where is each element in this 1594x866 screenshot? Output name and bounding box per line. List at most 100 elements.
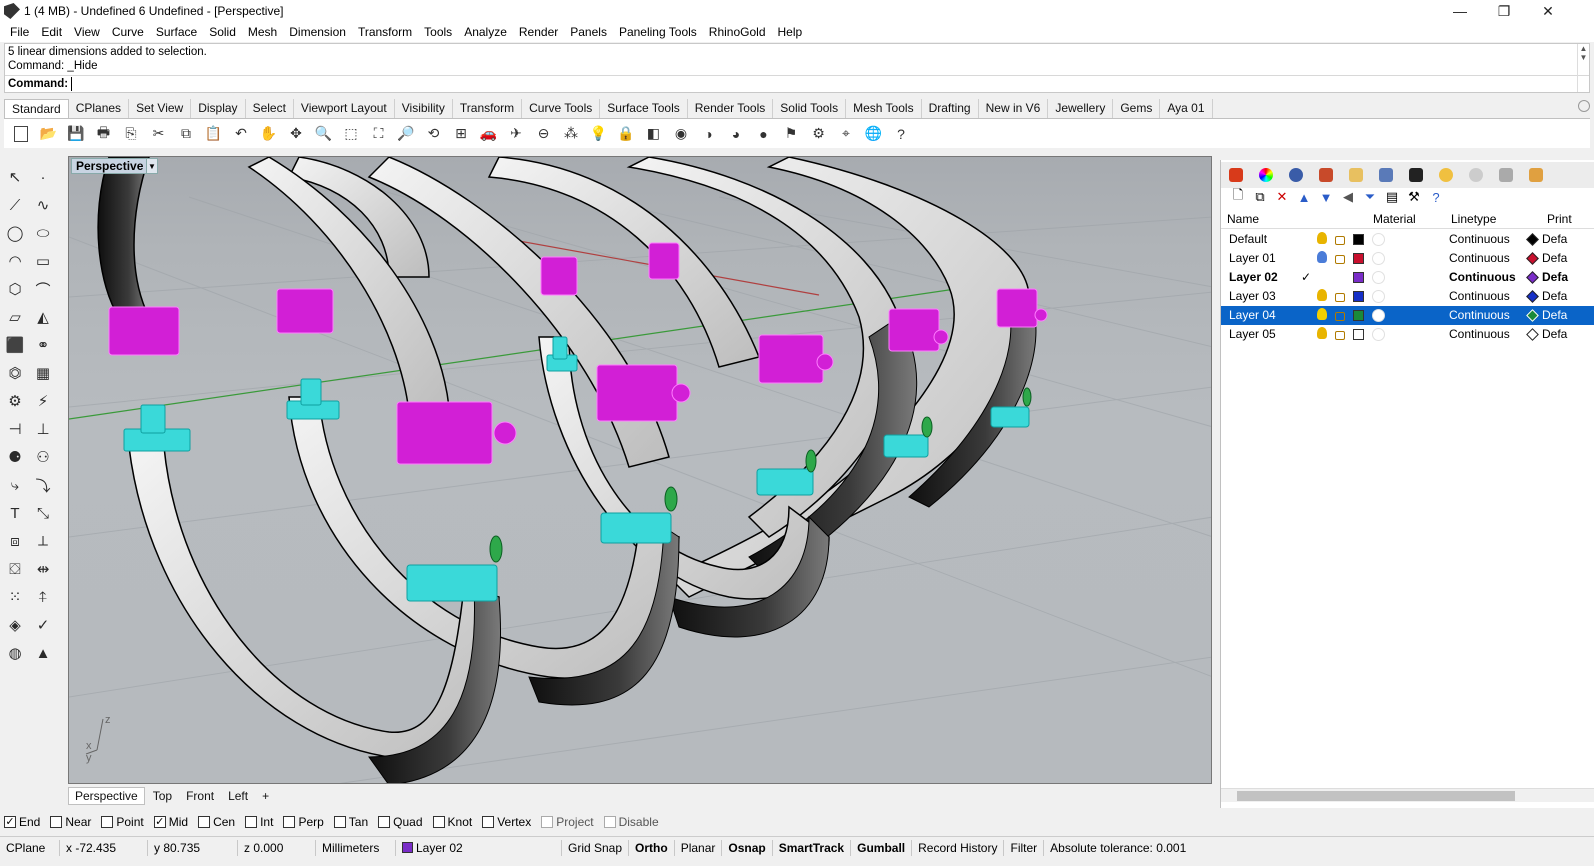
units-label[interactable]: Millimeters: [316, 839, 396, 856]
menu-edit[interactable]: Edit: [35, 22, 68, 42]
tab-surface-tools[interactable]: Surface Tools: [600, 99, 688, 118]
layer-linetype[interactable]: Continuous: [1449, 289, 1510, 303]
light-bulb-icon[interactable]: [1317, 232, 1327, 244]
layer-name[interactable]: Layer 05: [1229, 327, 1276, 341]
layer-print-width[interactable]: Defa: [1542, 251, 1567, 265]
checkbox-icon[interactable]: [541, 816, 554, 828]
layer-name[interactable]: Layer 02: [1229, 270, 1278, 284]
solid-icon[interactable]: ⛋: [4, 558, 26, 580]
menu-analyze[interactable]: Analyze: [458, 22, 513, 42]
light-bulb-icon[interactable]: [1317, 289, 1327, 301]
layer-linetype[interactable]: Continuous: [1449, 327, 1510, 341]
four-viewports-icon[interactable]: ⊞: [450, 123, 472, 145]
layer-color-swatch[interactable]: [1353, 234, 1364, 245]
light-bulb-icon[interactable]: [1317, 251, 1327, 263]
osnap-disable[interactable]: Disable: [603, 815, 659, 829]
light-bulb-icon[interactable]: [1317, 327, 1327, 339]
notes-tab-icon[interactable]: [1523, 164, 1549, 186]
tab-visibility[interactable]: Visibility: [395, 99, 453, 118]
tab-left[interactable]: Left: [222, 788, 254, 804]
record-history-toggle[interactable]: Record History: [912, 839, 1005, 856]
checkbox-icon[interactable]: [378, 816, 391, 828]
move-out-icon[interactable]: ◀: [1337, 189, 1359, 205]
select-arrow-icon[interactable]: ↖: [4, 166, 26, 188]
osnap-end[interactable]: ✓ End: [4, 815, 40, 829]
ungroup-icon[interactable]: ⚇: [32, 446, 54, 468]
arc-icon[interactable]: ◠: [4, 250, 26, 272]
tab-curve-tools[interactable]: Curve Tools: [522, 99, 601, 118]
print-color-diamond-icon[interactable]: [1526, 252, 1539, 265]
menu-dimension[interactable]: Dimension: [283, 22, 352, 42]
trash-tab-icon[interactable]: [1493, 164, 1519, 186]
lock-icon[interactable]: [1335, 331, 1345, 340]
scale-icon[interactable]: ⤡: [32, 502, 54, 524]
paste-icon[interactable]: 📋: [203, 123, 225, 145]
lock-icon[interactable]: [1335, 293, 1345, 302]
tab-render-tools[interactable]: Render Tools: [688, 99, 774, 118]
checkbox-icon[interactable]: [198, 816, 211, 828]
open-folder-icon[interactable]: 📂: [38, 123, 60, 145]
polyline-icon[interactable]: ⟋: [4, 194, 26, 216]
material-sphere-icon[interactable]: [1372, 271, 1385, 284]
select-options-icon[interactable]: ⊖: [533, 123, 555, 145]
checkbox-icon[interactable]: [432, 816, 445, 828]
trim-icon[interactable]: ⊣: [4, 418, 26, 440]
menu-mesh[interactable]: Mesh: [242, 22, 283, 42]
material-sphere-icon[interactable]: [1372, 252, 1385, 265]
checkbox-icon[interactable]: [245, 816, 258, 828]
fillet-curve-icon[interactable]: ⌒: [32, 278, 54, 300]
perspective-viewport[interactable]: Perspective ▼ z x y: [68, 156, 1212, 784]
tab-aya-01[interactable]: Aya 01: [1160, 99, 1213, 118]
save-icon[interactable]: 💾: [65, 123, 87, 145]
print-color-diamond-icon[interactable]: [1526, 290, 1539, 303]
surface-icon[interactable]: ▱: [4, 306, 26, 328]
osnap-knot[interactable]: Knot: [432, 815, 472, 829]
menu-panels[interactable]: Panels: [564, 22, 613, 42]
print-color-diamond-icon[interactable]: [1526, 328, 1539, 341]
delete-layer-icon[interactable]: ✕: [1271, 189, 1293, 205]
render-sphere-icon[interactable]: ●: [753, 123, 775, 145]
rhinogold-tab-icon[interactable]: [1403, 164, 1429, 186]
lights-tab-icon[interactable]: [1433, 164, 1459, 186]
import-icon[interactable]: ⎘: [120, 123, 142, 145]
print-color-diamond-icon[interactable]: [1526, 233, 1539, 246]
current-layer[interactable]: Layer 02: [396, 839, 562, 856]
checkbox-icon[interactable]: [283, 816, 296, 828]
add-viewport-button[interactable]: +: [256, 788, 275, 804]
layer-row[interactable]: Layer 05 Continuous Defa: [1221, 325, 1594, 344]
layer-color-swatch[interactable]: [1353, 329, 1364, 340]
tools-icon[interactable]: ⚒: [1403, 189, 1425, 205]
new-layer-icon[interactable]: 🗋: [1227, 186, 1249, 208]
help-icon[interactable]: ?: [1425, 190, 1447, 205]
gumball-icon[interactable]: ⍏: [32, 586, 54, 608]
grid-snap-toggle[interactable]: Grid Snap: [562, 839, 630, 856]
zoom-selected-icon[interactable]: 🔎: [395, 123, 417, 145]
dimension-icon[interactable]: ⌖: [835, 123, 857, 145]
layer-linetype[interactable]: Continuous: [1449, 251, 1510, 265]
menu-transform[interactable]: Transform: [352, 22, 418, 42]
checkbox-icon[interactable]: [101, 816, 114, 828]
osnap-point[interactable]: Point: [101, 815, 144, 829]
array-icon[interactable]: ⧈: [4, 530, 26, 552]
extrude-icon[interactable]: ⏣: [4, 362, 26, 384]
menu-rhinogold[interactable]: RhinoGold: [703, 22, 772, 42]
gem-icon[interactable]: ◈: [4, 614, 26, 636]
layer-name[interactable]: Default: [1229, 232, 1267, 246]
text-icon[interactable]: T: [4, 502, 26, 524]
layer-name[interactable]: Layer 03: [1229, 289, 1276, 303]
command-scrollbar[interactable]: ▲ ▼: [1577, 44, 1589, 92]
globe-icon[interactable]: 🌐: [863, 123, 885, 145]
osnap-tan[interactable]: Tan: [333, 815, 368, 829]
command-input[interactable]: [71, 76, 672, 91]
column-linetype[interactable]: Linetype: [1451, 212, 1496, 226]
brush-icon[interactable]: ▲: [32, 642, 54, 664]
help-icon[interactable]: ?: [890, 123, 912, 145]
tab-transform[interactable]: Transform: [453, 99, 523, 118]
tab-mesh-tools[interactable]: Mesh Tools: [846, 99, 922, 118]
menu-surface[interactable]: Surface: [150, 22, 203, 42]
tab-cplanes[interactable]: CPlanes: [69, 99, 130, 118]
dimension-tool-icon[interactable]: ⇹: [32, 558, 54, 580]
tab-front[interactable]: Front: [180, 788, 220, 804]
tab-standard[interactable]: Standard: [4, 99, 69, 118]
files-tab-icon[interactable]: [1343, 164, 1369, 186]
